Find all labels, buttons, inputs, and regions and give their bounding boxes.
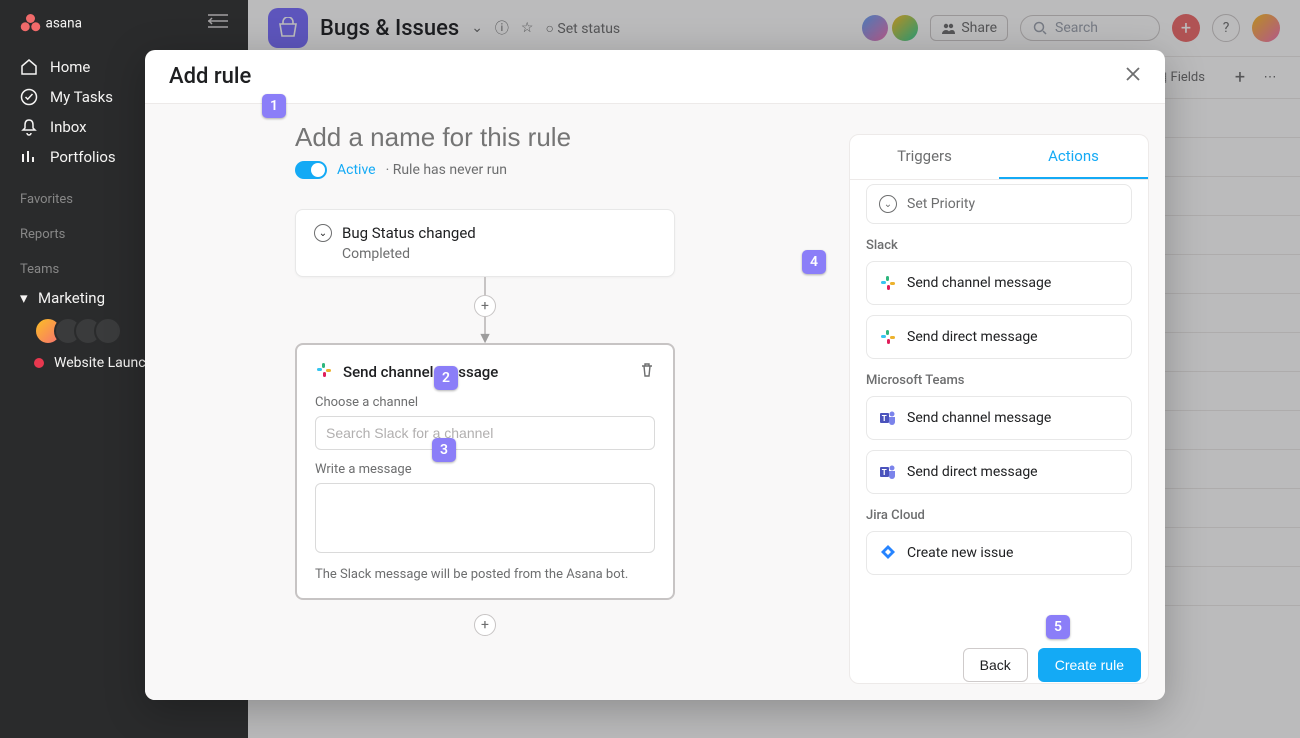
modal-title: Add rule: [169, 64, 251, 89]
action-option-partial[interactable]: ⌄ Set Priority: [866, 184, 1132, 224]
tab-triggers[interactable]: Triggers: [850, 135, 999, 179]
avatar[interactable]: [94, 317, 122, 345]
add-step-button[interactable]: +: [474, 614, 496, 636]
rule-builder: Active Rule has never run ⌄ Bug Status c…: [145, 104, 845, 700]
arrow-down-icon: ▼: [477, 333, 493, 343]
svg-text:T: T: [882, 468, 887, 477]
action-option[interactable]: Create new issue: [866, 531, 1132, 575]
message-textarea[interactable]: [315, 483, 655, 553]
modal-header: Add rule: [145, 50, 1165, 104]
create-rule-button[interactable]: Create rule: [1038, 648, 1141, 682]
nav-label: My Tasks: [50, 88, 113, 106]
action-option[interactable]: Send channel message: [866, 261, 1132, 305]
option-label: Send channel message: [907, 410, 1051, 426]
action-option[interactable]: T Send direct message: [866, 450, 1132, 494]
modal-body: Active Rule has never run ⌄ Bug Status c…: [145, 104, 1165, 700]
panel-tabs: Triggers Actions: [850, 135, 1148, 180]
asana-logo-icon: asana: [20, 12, 110, 34]
home-icon: [20, 58, 38, 76]
nav-label: Portfolios: [50, 148, 116, 166]
caret-down-icon: ▾: [20, 289, 32, 307]
flow-connector: + ▼: [295, 277, 675, 343]
choose-channel-label: Choose a channel: [315, 395, 655, 410]
tab-actions[interactable]: Actions: [999, 135, 1148, 179]
trigger-card[interactable]: ⌄ Bug Status changed Completed: [295, 209, 675, 277]
delete-action-button[interactable]: [639, 362, 655, 382]
sidebar-collapse-icon[interactable]: [208, 14, 228, 32]
option-label: Send direct message: [907, 464, 1038, 480]
add-step-button[interactable]: +: [474, 295, 496, 317]
option-label: Send channel message: [907, 275, 1051, 291]
action-card: Send channel message Choose a channel Wr…: [295, 343, 675, 600]
rule-name-input[interactable]: [295, 122, 815, 153]
jira-icon: [879, 544, 897, 562]
svg-text:T: T: [882, 414, 887, 423]
action-title: Send channel message: [343, 363, 498, 381]
action-option[interactable]: Send direct message: [866, 315, 1132, 359]
helper-text: The Slack message will be posted from th…: [315, 567, 655, 582]
option-label: Create new issue: [907, 545, 1013, 561]
rule-status: Active Rule has never run: [295, 161, 815, 179]
team-name: Marketing: [38, 289, 105, 307]
annotation-badge-5: 5: [1046, 615, 1070, 639]
write-message-label: Write a message: [315, 462, 655, 477]
project-name: Website Launch: [54, 355, 153, 371]
option-label: Send direct message: [907, 329, 1038, 345]
add-rule-modal: Add rule Active Rule has never run ⌄ Bug…: [145, 50, 1165, 700]
bell-icon: [20, 118, 38, 136]
slack-icon: [315, 361, 333, 383]
nav-label: Inbox: [50, 118, 87, 136]
chevron-down-circle-icon: ⌄: [879, 195, 897, 213]
trigger-name: Bug Status changed: [342, 224, 476, 242]
annotation-badge-1: 1: [262, 94, 286, 118]
project-color-dot: [34, 358, 44, 368]
annotation-badge-3: 3: [432, 438, 456, 462]
option-label: Set Priority: [907, 196, 975, 212]
brand-logo: asana: [0, 0, 248, 46]
slack-icon: [879, 328, 897, 346]
flow-connector-end: +: [295, 600, 675, 636]
annotation-badge-2: 2: [434, 366, 458, 390]
action-option[interactable]: T Send channel message: [866, 396, 1132, 440]
nav-label: Home: [50, 58, 90, 76]
annotation-badge-4: 4: [802, 250, 826, 274]
group-label: Jira Cloud: [866, 508, 1132, 523]
svg-text:asana: asana: [46, 16, 82, 32]
check-circle-icon: [20, 88, 38, 106]
actions-panel: Triggers Actions ⌄ Set Priority Slack Se…: [849, 134, 1149, 684]
chevron-down-circle-icon: ⌄: [314, 224, 332, 242]
teams-icon: T: [879, 409, 897, 427]
never-run-label: Rule has never run: [386, 162, 507, 178]
trigger-value: Completed: [342, 246, 656, 262]
channel-search-input[interactable]: [315, 416, 655, 450]
active-label: Active: [337, 162, 376, 178]
close-icon[interactable]: [1125, 66, 1141, 87]
active-toggle[interactable]: [295, 161, 327, 179]
group-label: Microsoft Teams: [866, 373, 1132, 388]
actions-list: ⌄ Set Priority Slack Send channel messag…: [850, 180, 1148, 683]
back-button[interactable]: Back: [963, 648, 1028, 682]
teams-icon: T: [879, 463, 897, 481]
modal-footer: Back Create rule: [963, 648, 1141, 682]
group-label: Slack: [866, 238, 1132, 253]
slack-icon: [879, 274, 897, 292]
bars-icon: [20, 148, 38, 166]
